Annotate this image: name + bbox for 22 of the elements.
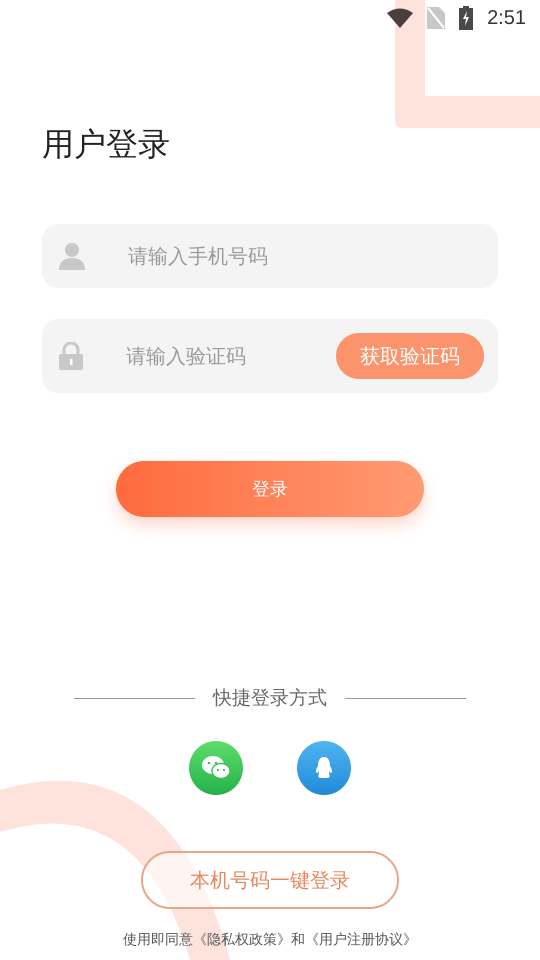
privacy-policy-link[interactable]: 《隐私权政策》 [193,932,291,948]
code-field[interactable]: 请输入验证码 获取验证码 [42,319,498,393]
code-input[interactable]: 请输入验证码 [124,343,336,369]
status-time: 2:51 [487,6,526,30]
wechat-login-button[interactable] [189,741,243,795]
get-code-button[interactable]: 获取验证码 [336,333,484,379]
agreement-text: 使用即同意《隐私权政策》和《用户注册协议》 [123,931,417,949]
user-agreement-link[interactable]: 《用户注册协议》 [305,932,417,948]
chat-bubbles-icon [201,755,231,781]
battery-charging-icon [459,6,474,30]
no-sim-icon [427,7,446,29]
one-tap-login-button[interactable]: 本机号码一键登录 [141,851,399,909]
user-icon [58,242,86,270]
lock-icon [58,342,84,370]
qq-login-button[interactable] [297,741,351,795]
login-button[interactable]: 登录 [116,461,424,517]
phone-input[interactable]: 请输入手机号码 [126,243,484,269]
phone-field[interactable]: 请输入手机号码 [42,224,498,288]
penguin-icon [315,756,333,780]
wifi-icon [387,8,414,28]
page-title: 用户登录 [42,124,170,164]
quick-login-label: 快捷登录方式 [213,686,327,711]
